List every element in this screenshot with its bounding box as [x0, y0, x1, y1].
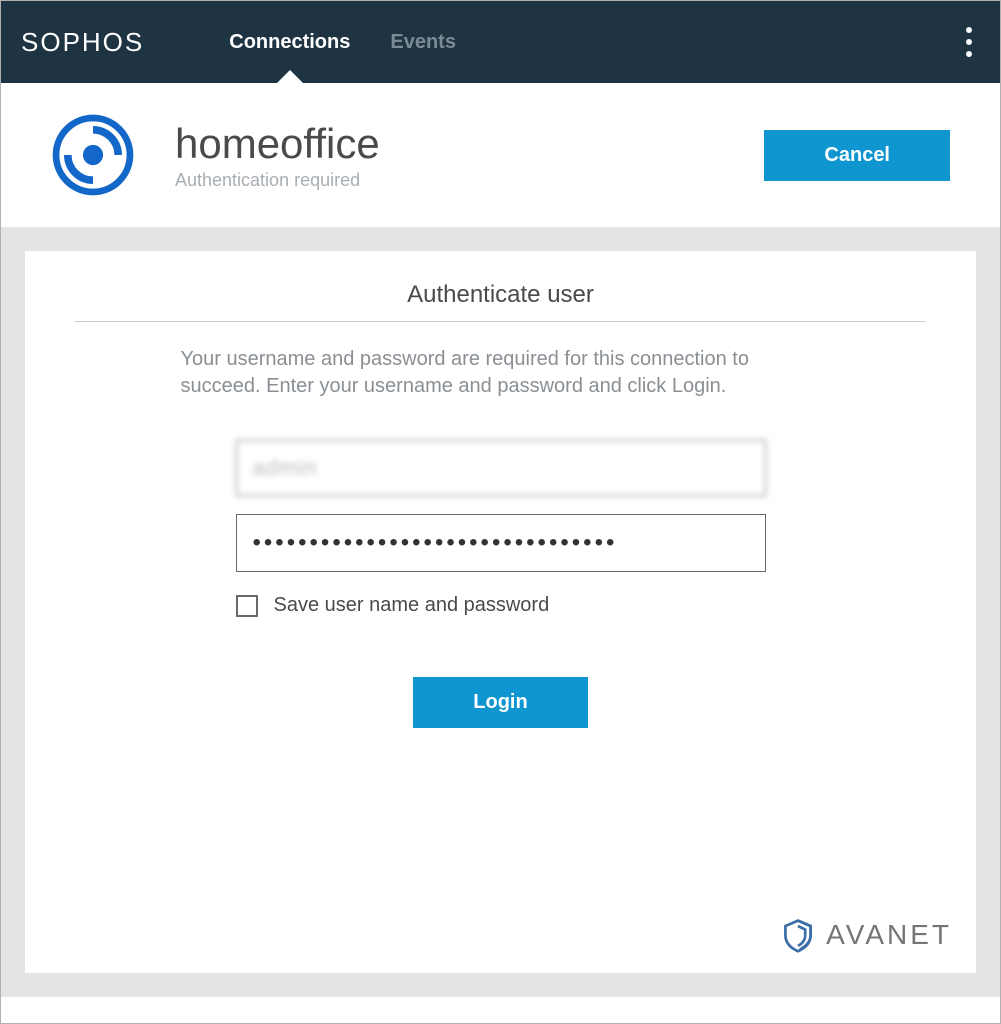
tab-events[interactable]: Events: [390, 1, 456, 83]
tab-connections[interactable]: Connections: [229, 1, 350, 83]
watermark: AVANET: [780, 917, 952, 953]
watermark-text: AVANET: [826, 919, 952, 951]
avanet-shield-icon: [780, 917, 816, 953]
auth-title: Authenticate user: [75, 281, 926, 322]
username-input[interactable]: [236, 440, 766, 496]
password-input[interactable]: [236, 514, 766, 572]
more-menu-icon[interactable]: [958, 19, 980, 65]
save-credentials-label: Save user name and password: [274, 594, 550, 617]
auth-card: Authenticate user Your username and pass…: [25, 251, 976, 973]
save-credentials-checkbox[interactable]: [236, 595, 258, 617]
connection-name: homeoffice: [175, 120, 380, 168]
top-navigation-bar: SOPHOS Connections Events: [1, 1, 1000, 83]
brand-logo: SOPHOS: [21, 27, 144, 58]
nav-tabs: Connections Events: [229, 1, 456, 83]
login-button[interactable]: Login: [413, 677, 587, 728]
connection-status: Authentication required: [175, 170, 380, 191]
connection-header: homeoffice Authentication required Cance…: [1, 83, 1000, 227]
cancel-button[interactable]: Cancel: [764, 130, 950, 181]
connection-icon: [51, 113, 135, 197]
connection-title-block: homeoffice Authentication required: [175, 120, 380, 191]
save-credentials-row: Save user name and password: [236, 594, 766, 617]
auth-description: Your username and password are required …: [181, 346, 821, 400]
content-area: Authenticate user Your username and pass…: [1, 227, 1000, 997]
